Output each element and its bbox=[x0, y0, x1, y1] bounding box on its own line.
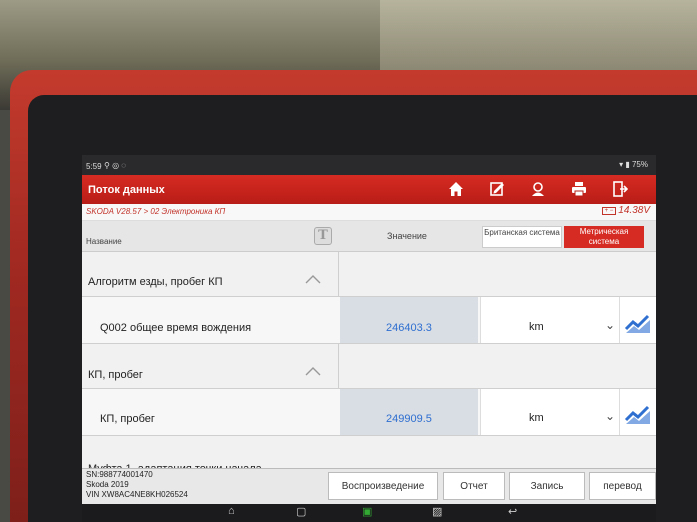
graph-button[interactable] bbox=[619, 297, 656, 343]
page-title: Поток данных bbox=[88, 184, 165, 196]
vehicle-model: Skoda 2019 bbox=[86, 480, 129, 489]
group-name: Алгоритм езды, пробег КП bbox=[88, 276, 223, 288]
vehicle-info: SN:988774001470 Skoda 2019 VIN XW8AC4NE8… bbox=[86, 470, 188, 500]
wifi-icon: ▾ bbox=[619, 160, 624, 169]
graph-button[interactable] bbox=[619, 389, 656, 435]
graph-icon bbox=[624, 314, 650, 333]
chevron-down-icon: ⌄ bbox=[604, 318, 615, 332]
user-icon[interactable] bbox=[520, 176, 556, 202]
battery-level: 75% bbox=[631, 160, 648, 169]
column-name: Название bbox=[86, 237, 122, 246]
british-units-button[interactable]: Британская система bbox=[482, 226, 562, 248]
car-battery-icon: + − bbox=[601, 207, 617, 215]
unit-label: km bbox=[529, 321, 544, 333]
breadcrumb: SKODA V28.57 > 02 Электроника КП bbox=[86, 207, 226, 216]
report-button[interactable]: Отчет bbox=[443, 472, 505, 500]
data-row[interactable]: КП, пробег 249909.5 km ⌄ bbox=[82, 389, 656, 436]
column-value: Значение bbox=[387, 231, 427, 241]
text-size-icon[interactable]: T bbox=[314, 227, 332, 245]
chevron-down-icon: ⌄ bbox=[604, 409, 615, 423]
item-value-text: 246403.3 bbox=[386, 322, 432, 334]
item-name: Q002 общее время вождения bbox=[100, 322, 252, 334]
column-divider bbox=[338, 344, 339, 388]
data-row[interactable]: Q002 общее время вождения 246403.3 km ⌄ bbox=[82, 297, 656, 344]
unit-label: km bbox=[529, 412, 544, 424]
vehicle-sn: SN:988774001470 bbox=[86, 470, 153, 479]
chevron-up-icon[interactable] bbox=[304, 270, 322, 288]
vehicle-vin: VIN XW8AC4NE8KH026524 bbox=[86, 490, 188, 499]
status-bar: 5:59 ⚲ ◎ ◌ ▾ ▮ 75% bbox=[82, 155, 656, 175]
column-header: Название T Значение Британская система М… bbox=[82, 221, 656, 252]
graph-icon bbox=[624, 405, 650, 424]
unit-dropdown[interactable]: km ⌄ bbox=[480, 389, 621, 435]
item-value: 246403.3 bbox=[340, 297, 478, 343]
screenshot-icon[interactable]: ▨ bbox=[432, 505, 442, 518]
metric-units-button[interactable]: Метрическая система bbox=[564, 226, 644, 248]
notification-icons: ⚲ ◎ ◌ bbox=[104, 161, 127, 170]
status-time: 5:59 bbox=[86, 162, 102, 171]
unit-dropdown[interactable]: km ⌄ bbox=[480, 297, 621, 343]
home-nav-icon[interactable]: ⌂ bbox=[228, 505, 235, 517]
edit-report-icon[interactable] bbox=[479, 176, 515, 202]
voltage-indicator: + −14.38V bbox=[601, 205, 650, 216]
playback-button[interactable]: Воспроизведение bbox=[328, 472, 438, 500]
device-screen: 5:59 ⚲ ◎ ◌ ▾ ▮ 75% Поток данных SKODA V2… bbox=[82, 155, 656, 522]
translate-button[interactable]: перевод bbox=[589, 472, 656, 500]
breadcrumb-bar: SKODA V28.57 > 02 Электроника КП + −14.3… bbox=[82, 204, 656, 221]
chevron-up-icon[interactable] bbox=[304, 362, 322, 380]
group-row[interactable]: Алгоритм езды, пробег КП bbox=[82, 252, 656, 297]
group-name: КП, пробег bbox=[88, 369, 143, 381]
item-value: 249909.5 bbox=[340, 389, 478, 435]
back-icon[interactable]: ↩ bbox=[508, 505, 517, 518]
column-divider bbox=[338, 252, 339, 296]
voltage-value: 14.38V bbox=[618, 205, 650, 216]
print-icon[interactable] bbox=[561, 176, 597, 202]
footer-bar: SN:988774001470 Skoda 2019 VIN XW8AC4NE8… bbox=[82, 468, 656, 505]
android-nav-bar: ⌂ ▢ ▣ ▨ ↩ bbox=[82, 504, 656, 522]
recent-apps-icon[interactable]: ▢ bbox=[296, 505, 306, 518]
battery-icon: ▮ bbox=[625, 160, 630, 169]
group-row[interactable]: КП, пробег bbox=[82, 344, 656, 389]
group-row[interactable]: Муфта 1, адаптация точки начала bbox=[82, 436, 656, 475]
item-value-text: 249909.5 bbox=[386, 413, 432, 425]
vci-icon[interactable]: ▣ bbox=[362, 505, 372, 518]
item-name: КП, пробег bbox=[100, 413, 155, 425]
status-right: ▾ ▮ 75% bbox=[619, 160, 648, 169]
home-icon[interactable] bbox=[438, 176, 474, 202]
record-button[interactable]: Запись bbox=[509, 472, 585, 500]
title-bar: Поток данных bbox=[82, 175, 656, 204]
exit-icon[interactable] bbox=[602, 176, 638, 202]
